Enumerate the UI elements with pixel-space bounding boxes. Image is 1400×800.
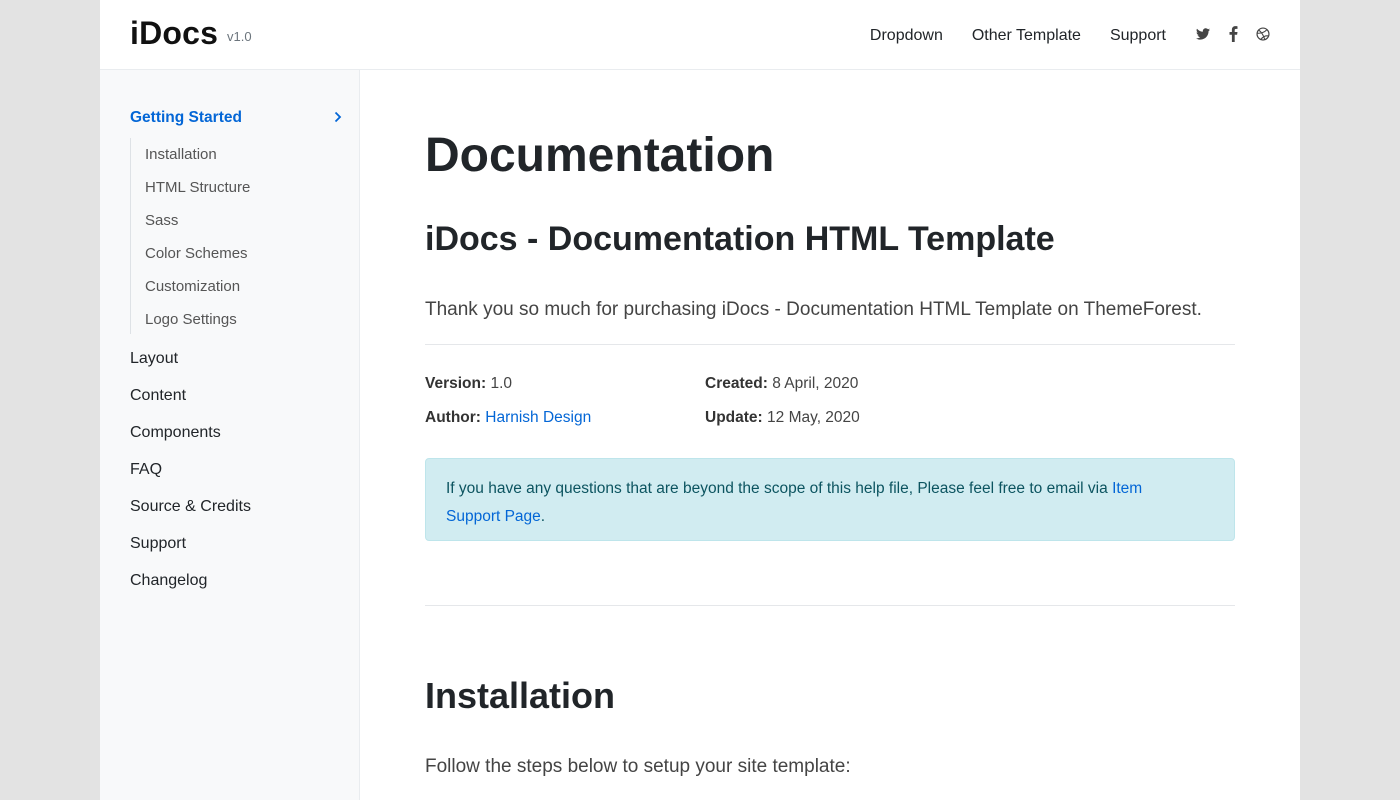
meta-version: Version: 1.0 bbox=[425, 375, 512, 393]
sidebar-item-support[interactable]: Support bbox=[130, 535, 186, 553]
meta-created-value: 8 April, 2020 bbox=[772, 375, 859, 392]
version-label: v1.0 bbox=[227, 29, 252, 44]
author-link[interactable]: Harnish Design bbox=[485, 409, 591, 426]
meta-author: Author: Harnish Design bbox=[425, 409, 591, 427]
section-title-installation: Installation bbox=[425, 675, 616, 716]
sidebar-subnav: Installation HTML Structure Sass Color S… bbox=[130, 138, 331, 334]
meta-version-value: 1.0 bbox=[490, 375, 513, 392]
page: iDocs v1.0 Dropdown Other Template Suppo… bbox=[100, 0, 1300, 800]
subnav-logo-settings[interactable]: Logo Settings bbox=[145, 311, 237, 328]
meta-update: Update: 12 May, 2020 bbox=[705, 409, 860, 427]
meta-author-label: Author: bbox=[425, 409, 481, 426]
subnav-html-structure[interactable]: HTML Structure bbox=[145, 179, 250, 196]
alert-text: If you have any questions that are beyon… bbox=[446, 480, 1108, 497]
subnav-color-schemes[interactable]: Color Schemes bbox=[145, 245, 248, 262]
meta-version-label: Version: bbox=[425, 375, 487, 392]
sidebar-item-components[interactable]: Components bbox=[130, 424, 221, 442]
sidebar-item-layout[interactable]: Layout bbox=[130, 350, 178, 368]
sidebar-item-faq[interactable]: FAQ bbox=[130, 461, 162, 479]
sidebar-item-changelog[interactable]: Changelog bbox=[130, 572, 207, 590]
divider bbox=[425, 344, 1235, 345]
top-nav: Dropdown Other Template Support bbox=[870, 27, 1166, 45]
chevron-right-icon bbox=[334, 110, 342, 128]
subnav-sass[interactable]: Sass bbox=[145, 212, 178, 229]
meta-update-value: 12 May, 2020 bbox=[767, 409, 860, 426]
meta-created-label: Created: bbox=[705, 375, 768, 392]
subnav-customization[interactable]: Customization bbox=[145, 278, 240, 295]
installation-text: Follow the steps below to setup your sit… bbox=[425, 756, 851, 777]
social-links bbox=[1196, 26, 1270, 42]
top-header: iDocs v1.0 Dropdown Other Template Suppo… bbox=[100, 0, 1300, 70]
dribbble-icon[interactable] bbox=[1256, 26, 1270, 42]
page-title: Documentation bbox=[425, 129, 775, 182]
template-title: iDocs - Documentation HTML Template bbox=[425, 220, 1055, 258]
alert-end: . bbox=[540, 508, 546, 525]
sidebar: Getting Started Installation HTML Struct… bbox=[100, 70, 360, 800]
sidebar-item-source-credits[interactable]: Source & Credits bbox=[130, 498, 251, 516]
meta-created: Created: 8 April, 2020 bbox=[705, 375, 858, 393]
twitter-icon[interactable] bbox=[1196, 26, 1210, 42]
info-alert: If you have any questions that are beyon… bbox=[425, 458, 1235, 541]
subnav-installation[interactable]: Installation bbox=[145, 146, 217, 163]
facebook-icon[interactable] bbox=[1226, 26, 1240, 42]
logo[interactable]: iDocs bbox=[130, 15, 218, 52]
sidebar-item-label: Getting Started bbox=[130, 109, 242, 126]
nav-other-template[interactable]: Other Template bbox=[972, 27, 1081, 45]
sidebar-item-content[interactable]: Content bbox=[130, 387, 186, 405]
sidebar-item-getting-started[interactable]: Getting Started bbox=[130, 109, 342, 127]
nav-dropdown[interactable]: Dropdown bbox=[870, 27, 943, 45]
meta-update-label: Update: bbox=[705, 409, 763, 426]
nav-support[interactable]: Support bbox=[1110, 27, 1166, 45]
intro-text: Thank you so much for purchasing iDocs -… bbox=[425, 299, 1202, 320]
section-divider bbox=[425, 605, 1235, 606]
